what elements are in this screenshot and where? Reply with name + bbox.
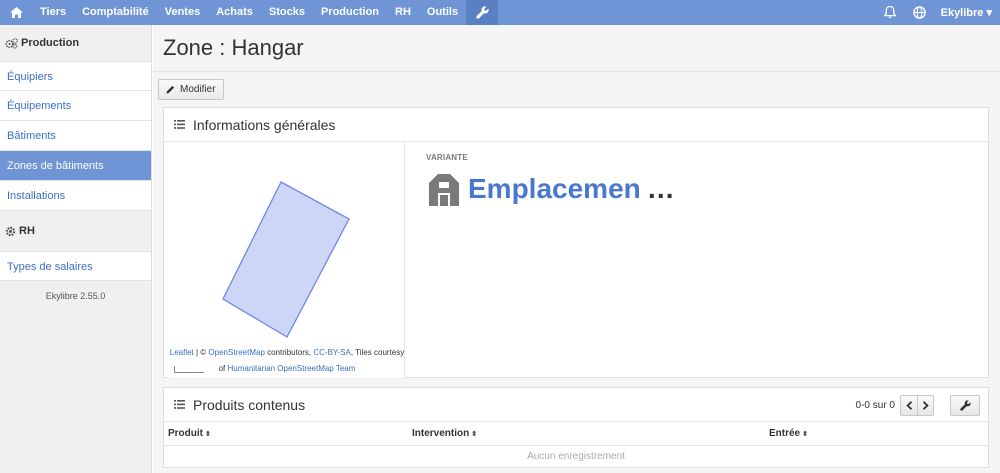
nav-ventes[interactable]: Ventes (157, 0, 208, 25)
sidebar-item-equipiers[interactable]: Équipiers (0, 61, 151, 91)
table-header: Produit ⬍ Intervention ⬍ Entrée ⬍ (164, 422, 988, 446)
wrench-icon (475, 6, 489, 19)
variant-label: VARIANTE (426, 153, 468, 162)
sort-icon: ⬍ (205, 431, 211, 438)
shape-map[interactable]: Leaflet | © OpenStreetMap contributors, … (169, 142, 405, 378)
map-scale-bar (174, 366, 204, 373)
user-menu[interactable]: Ekylibre ▾ (935, 6, 1000, 19)
column-label: Entrée (769, 428, 801, 439)
hot-link[interactable]: Humanitarian OpenStreetMap Team (227, 364, 355, 373)
sidebar-item-batiments[interactable]: Bâtiments (0, 121, 151, 151)
globe-icon (913, 6, 926, 19)
list-icon (174, 400, 185, 409)
barn-icon (429, 174, 459, 206)
variant-link[interactable]: Emplacemen (468, 173, 641, 205)
variant-row: Emplacemen… (426, 172, 675, 206)
cogs-icon (5, 37, 18, 49)
variant-ellipsis: … (646, 173, 675, 204)
cog-icon (5, 226, 16, 236)
previous-page-button[interactable] (901, 396, 917, 415)
main-content: Zone : Hangar Modifier Informations géné… (153, 25, 1000, 473)
page-header: Zone : Hangar (153, 25, 1000, 72)
list-icon (174, 120, 185, 129)
nav-stocks[interactable]: Stocks (261, 0, 313, 25)
sidebar-section-production: Production (0, 25, 151, 61)
sidebar: Production Équipiers Équipements Bâtimen… (0, 25, 152, 473)
column-produit[interactable]: Produit ⬍ (168, 422, 211, 446)
app-version: Ekylibre 2.55.0 (45, 291, 106, 301)
map-attribution: Leaflet | © OpenStreetMap contributors, … (169, 345, 405, 377)
sidebar-section-label: Production (21, 37, 80, 49)
zone-polygon[interactable] (169, 142, 405, 342)
sidebar-item-installations[interactable]: Installations (0, 181, 151, 211)
nav-production[interactable]: Production (313, 0, 387, 25)
sidebar-item-zones-batiments[interactable]: Zones de bâtiments (0, 151, 151, 181)
bell-icon (883, 6, 896, 19)
sort-icon: ⬍ (802, 431, 808, 438)
nav-achats[interactable]: Achats (208, 0, 261, 25)
leaflet-link[interactable]: Leaflet (170, 348, 194, 357)
products-panel: Produits contenus 0-0 sur 0 Produit ⬍ Int… (163, 387, 989, 468)
edit-button[interactable]: Modifier (158, 79, 224, 100)
edit-button-label: Modifier (180, 84, 216, 95)
top-navigation-bar: Tiers Comptabilité Ventes Achats Stocks … (0, 0, 1000, 25)
home-icon (9, 7, 23, 18)
attribution-text: contributors, (264, 348, 314, 357)
column-label: Intervention (412, 428, 470, 439)
table-settings-button[interactable] (950, 395, 980, 416)
home-link[interactable] (0, 0, 32, 25)
nav-rh[interactable]: RH (387, 0, 419, 25)
sidebar-item-types-salaires[interactable]: Types de salaires (0, 251, 151, 281)
openstreetmap-link[interactable]: OpenStreetMap (208, 348, 264, 357)
column-intervention[interactable]: Intervention ⬍ (412, 422, 477, 446)
general-info-header: Informations générales (164, 108, 988, 142)
settings-link[interactable] (466, 0, 499, 25)
language-button[interactable] (905, 0, 935, 25)
cc-by-sa-link[interactable]: CC-BY-SA (313, 348, 351, 357)
chevron-right-icon (922, 401, 929, 410)
page-title: Zone : Hangar (163, 35, 304, 60)
pencil-icon (166, 85, 175, 94)
sidebar-section-rh: RH (0, 211, 151, 251)
chevron-left-icon (905, 401, 912, 410)
pagination: 0-0 sur 0 (856, 395, 980, 416)
sort-icon: ⬍ (471, 431, 478, 438)
general-info-panel: Informations générales Leaflet | © OpenS… (163, 107, 989, 378)
notifications-button[interactable] (875, 0, 905, 25)
pagination-count: 0-0 sur 0 (855, 400, 895, 411)
column-entree[interactable]: Entrée ⬍ (769, 422, 808, 446)
empty-table-message: Aucun enregistrement (527, 451, 625, 462)
products-title: Produits contenus (193, 396, 306, 413)
wrench-icon (959, 400, 971, 411)
nav-outils[interactable]: Outils (419, 0, 466, 25)
sidebar-item-equipements[interactable]: Équipements (0, 91, 151, 121)
nav-tiers[interactable]: Tiers (32, 0, 74, 25)
next-page-button[interactable] (917, 396, 933, 415)
sidebar-section-label: RH (19, 225, 35, 237)
nav-comptabilite[interactable]: Comptabilité (74, 0, 157, 25)
general-info-title: Informations générales (193, 116, 336, 133)
column-label: Produit (168, 428, 203, 439)
pagination-buttons (900, 395, 934, 416)
attribution-text: | © (193, 348, 209, 357)
